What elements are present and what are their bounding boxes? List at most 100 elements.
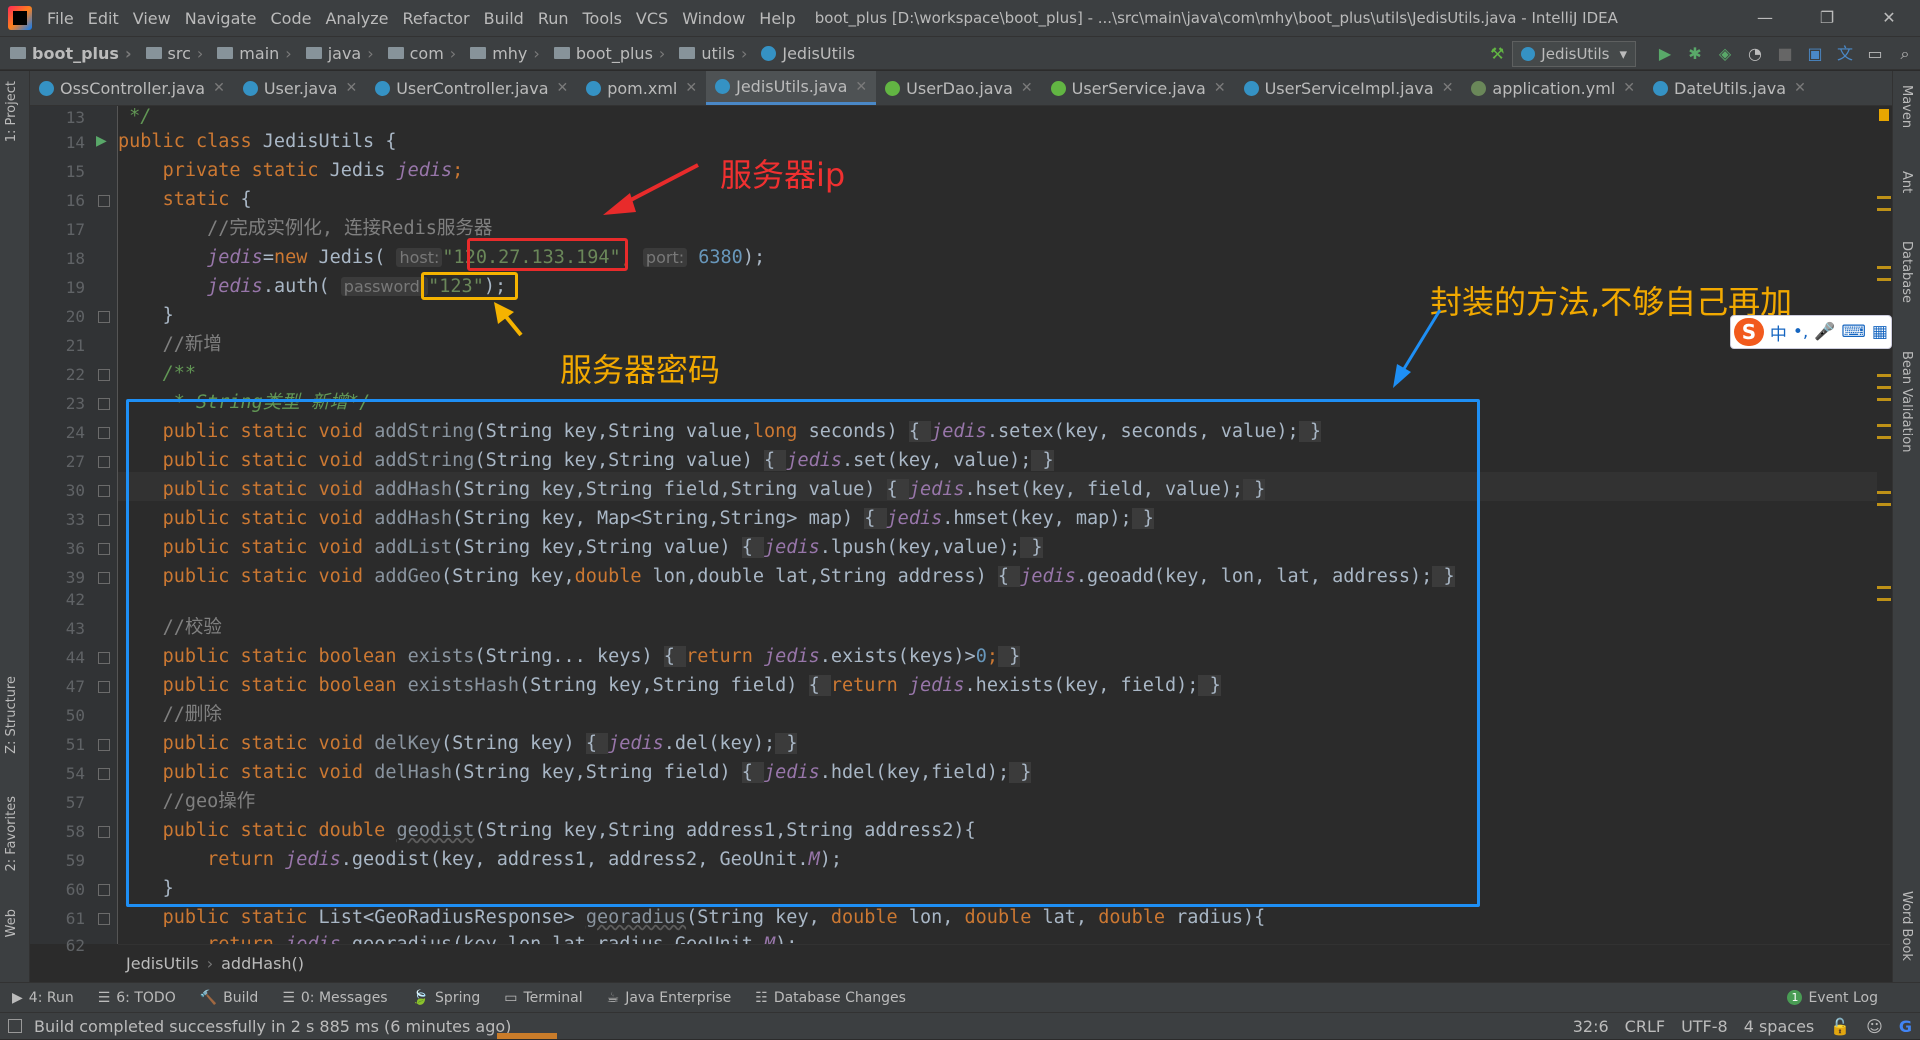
tab-jedisutils-java[interactable]: JedisUtils.java ✕: [706, 71, 877, 105]
line-separator[interactable]: CRLF: [1617, 1017, 1673, 1036]
tab-application-yml[interactable]: application.yml ✕: [1462, 71, 1644, 105]
breadcrumb-utils[interactable]: utils ›: [669, 44, 751, 63]
file-encoding[interactable]: UTF-8: [1673, 1017, 1736, 1036]
tool-window-terminal[interactable]: ▭ Terminal: [492, 990, 594, 1006]
tool-maven[interactable]: Maven: [1899, 85, 1914, 128]
fold-toggle-icon[interactable]: [98, 681, 110, 693]
menu-analyze[interactable]: Analyze: [318, 9, 395, 28]
fold-toggle-icon[interactable]: [98, 884, 110, 896]
menu-vcs[interactable]: VCS: [629, 9, 675, 28]
tab-osscontroller-java[interactable]: OssController.java ✕: [30, 71, 234, 105]
breadcrumb-boot-plus[interactable]: boot_plus ›: [544, 44, 670, 63]
project-structure-icon[interactable]: ▣: [1800, 40, 1830, 68]
fold-toggle-icon[interactable]: [98, 427, 110, 439]
grid-icon[interactable]: ▦: [1872, 322, 1888, 342]
build-hammer-icon[interactable]: ⚒: [1482, 40, 1512, 68]
tab-userdao-java[interactable]: UserDao.java ✕: [876, 71, 1041, 105]
close-tab-icon[interactable]: ✕: [1623, 80, 1635, 96]
google-icon[interactable]: G: [1891, 1017, 1920, 1036]
tab-pom-xml[interactable]: pom.xml ✕: [577, 71, 706, 105]
tab-userservice-java[interactable]: UserService.java ✕: [1042, 71, 1235, 105]
tool-bean-validation[interactable]: Bean Validation: [1899, 351, 1914, 452]
tool-window-spring[interactable]: 🍃 Spring: [400, 990, 493, 1006]
close-tab-icon[interactable]: ✕: [1794, 80, 1806, 96]
fold-toggle-icon[interactable]: [98, 572, 110, 584]
breadcrumb-jedisutils[interactable]: JedisUtils: [751, 44, 859, 63]
inspection-status-icon[interactable]: [1879, 109, 1889, 121]
menu-build[interactable]: Build: [477, 9, 531, 28]
fold-toggle-icon[interactable]: [98, 739, 110, 751]
presentation-icon[interactable]: ▭: [1860, 40, 1890, 68]
search-icon[interactable]: ⌕: [1890, 40, 1920, 68]
close-tab-icon[interactable]: ✕: [557, 80, 569, 96]
menu-edit[interactable]: Edit: [81, 9, 126, 28]
minimize-button[interactable]: —: [1734, 0, 1796, 36]
debug-icon[interactable]: ✱: [1680, 40, 1710, 68]
event-log-button[interactable]: 1 Event Log: [1775, 990, 1890, 1006]
menu-window[interactable]: Window: [675, 9, 752, 28]
breadcrumb-project[interactable]: boot_plus ›: [0, 44, 136, 63]
tool-window-database-changes[interactable]: ☷ Database Changes: [743, 990, 918, 1006]
menu-tools[interactable]: Tools: [576, 9, 629, 28]
breadcrumb-mhy[interactable]: mhy ›: [460, 44, 544, 63]
close-tab-icon[interactable]: ✕: [213, 80, 225, 96]
fold-toggle-icon[interactable]: [98, 652, 110, 664]
fold-toggle-icon[interactable]: [98, 543, 110, 555]
lock-icon[interactable]: 🔓: [1822, 1017, 1858, 1036]
caret-position[interactable]: 32:6: [1565, 1017, 1617, 1036]
stop-icon[interactable]: ■: [1770, 40, 1800, 68]
menu-view[interactable]: View: [126, 9, 178, 28]
tool-window-6-todo[interactable]: ☰ 6: TODO: [86, 990, 188, 1006]
close-tab-icon[interactable]: ✕: [1214, 80, 1226, 96]
tool-web[interactable]: Web: [4, 909, 19, 937]
run-configuration-select[interactable]: JedisUtils ▾: [1512, 40, 1636, 67]
tab-user-java[interactable]: User.java ✕: [234, 71, 366, 105]
maximize-button[interactable]: ❐: [1796, 0, 1858, 36]
breadcrumb-java[interactable]: java ›: [296, 44, 378, 63]
run-class-icon[interactable]: ▶: [96, 133, 107, 149]
coverage-icon[interactable]: ◈: [1710, 40, 1740, 68]
run-icon[interactable]: ▶: [1650, 40, 1680, 68]
breadcrumb-src[interactable]: src ›: [136, 44, 208, 63]
error-stripe[interactable]: [1877, 106, 1891, 944]
tool-window-build[interactable]: 🔨 Build: [188, 990, 271, 1006]
close-tab-icon[interactable]: ✕: [855, 79, 867, 95]
close-button[interactable]: ✕: [1858, 0, 1920, 36]
translate-icon[interactable]: 文: [1830, 40, 1860, 68]
menu-code[interactable]: Code: [264, 9, 319, 28]
indent-setting[interactable]: 4 spaces: [1736, 1017, 1823, 1036]
breadcrumb-main[interactable]: main ›: [207, 44, 295, 63]
fold-toggle-icon[interactable]: [98, 485, 110, 497]
tool-structure[interactable]: Z: Structure: [4, 676, 19, 754]
tab-dateutils-java[interactable]: DateUtils.java ✕: [1644, 71, 1815, 105]
editor-breadcrumb-method[interactable]: addHash(): [213, 954, 312, 973]
fold-toggle-icon[interactable]: [98, 768, 110, 780]
tool-window-4-run[interactable]: ▶ 4: Run: [0, 990, 86, 1006]
tab-userserviceimpl-java[interactable]: UserServiceImpl.java ✕: [1235, 71, 1463, 105]
fold-toggle-icon[interactable]: [98, 456, 110, 468]
keyboard-icon[interactable]: ⌨: [1841, 322, 1866, 342]
tool-ant[interactable]: Ant: [1899, 171, 1914, 193]
close-tab-icon[interactable]: ✕: [685, 80, 697, 96]
close-tab-icon[interactable]: ✕: [1442, 80, 1454, 96]
fold-toggle-icon[interactable]: [98, 398, 110, 410]
close-tab-icon[interactable]: ✕: [1021, 80, 1033, 96]
editor-breadcrumb-class[interactable]: JedisUtils: [118, 954, 207, 973]
status-window-icon[interactable]: [8, 1019, 22, 1033]
inspector-icon[interactable]: ☺: [1858, 1017, 1891, 1036]
breadcrumb-com[interactable]: com ›: [378, 44, 461, 63]
fold-toggle-icon[interactable]: [98, 369, 110, 381]
menu-refactor[interactable]: Refactor: [396, 9, 477, 28]
tool-window-java-enterprise[interactable]: ☕ Java Enterprise: [595, 990, 744, 1006]
ime-punctuation-toggle[interactable]: •,: [1793, 322, 1808, 342]
menu-help[interactable]: Help: [752, 9, 802, 28]
menu-file[interactable]: File: [40, 9, 81, 28]
fold-toggle-icon[interactable]: [98, 514, 110, 526]
fold-toggle-icon[interactable]: [98, 913, 110, 925]
tool-project[interactable]: 1: Project: [4, 81, 19, 142]
fold-toggle-icon[interactable]: [98, 195, 110, 207]
tab-usercontroller-java[interactable]: UserController.java ✕: [366, 71, 577, 105]
profile-icon[interactable]: ◔: [1740, 40, 1770, 68]
tool-word-book[interactable]: Word Book: [1899, 891, 1914, 961]
close-tab-icon[interactable]: ✕: [345, 80, 357, 96]
